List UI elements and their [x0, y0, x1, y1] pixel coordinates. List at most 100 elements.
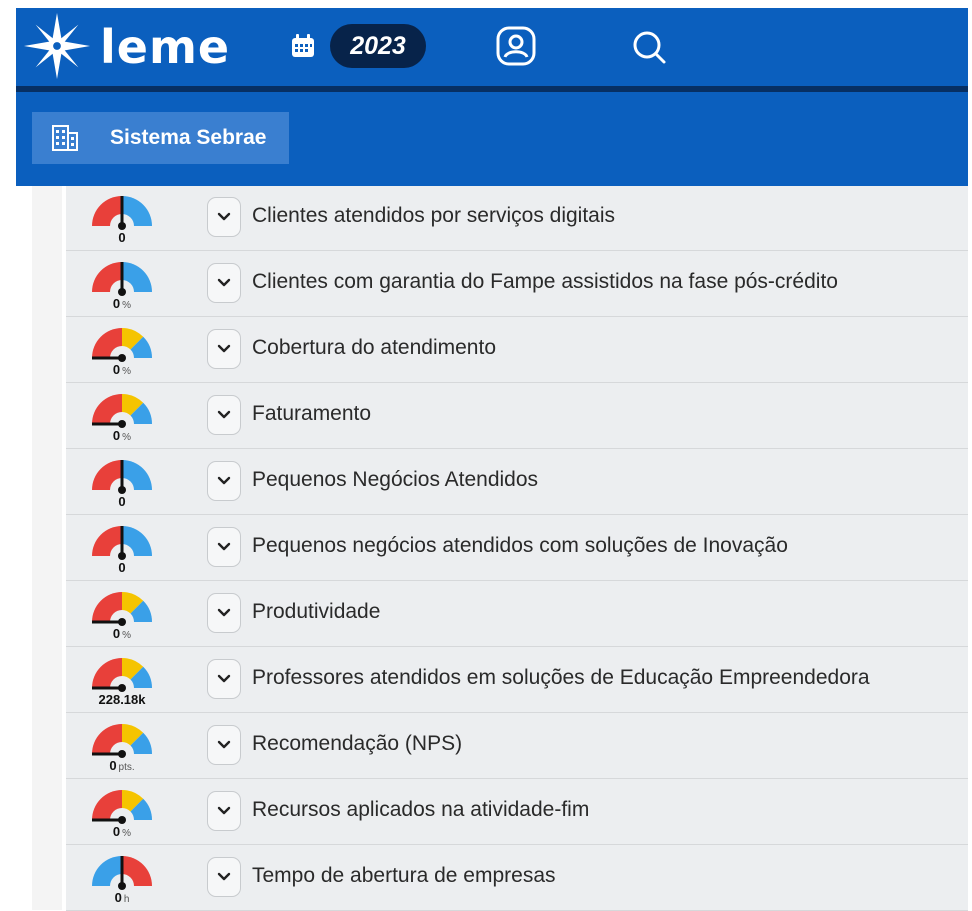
- value-number: 0: [112, 296, 121, 311]
- expand-button[interactable]: [207, 395, 241, 435]
- value-unit: %: [122, 300, 132, 311]
- indicator-label[interactable]: Faturamento: [252, 402, 371, 426]
- gauge-icon: [92, 856, 152, 890]
- expand-button[interactable]: [207, 263, 241, 303]
- value-number: 0: [118, 560, 126, 575]
- value-number: 0: [118, 494, 126, 509]
- indicator-label[interactable]: Tempo de abertura de empresas: [252, 864, 556, 888]
- building-icon: [52, 125, 78, 151]
- indicator-value: 0h: [66, 890, 178, 905]
- chevron-down-icon: [217, 608, 231, 617]
- year-selector[interactable]: 2023: [330, 24, 426, 68]
- indicator-row[interactable]: 0% Recursos aplicados na atividade-fim: [66, 780, 968, 845]
- organization-name: Sistema Sebrae: [110, 126, 267, 149]
- value-number: 0: [112, 824, 121, 839]
- chevron-down-icon: [217, 806, 231, 815]
- expand-button[interactable]: [207, 527, 241, 567]
- indicator-label[interactable]: Pequenos negócios atendidos com soluções…: [252, 534, 788, 558]
- indicator-label[interactable]: Professores atendidos em soluções de Edu…: [252, 666, 870, 690]
- expand-button[interactable]: [207, 725, 241, 765]
- gauge-icon: [92, 592, 152, 626]
- gauge-icon: [92, 262, 152, 296]
- indicator-row[interactable]: 0 Pequenos negócios atendidos com soluçõe…: [66, 516, 968, 581]
- compass-star-icon[interactable]: [22, 10, 92, 82]
- indicator-value: 0: [66, 494, 178, 509]
- chevron-down-icon: [217, 410, 231, 419]
- gauge-hub: [118, 354, 126, 362]
- gauge-hub: [118, 420, 126, 428]
- value-unit: %: [122, 432, 132, 443]
- chevron-down-icon: [217, 542, 231, 551]
- indicator-row[interactable]: 0 Clientes atendidos por serviços digitai…: [66, 186, 968, 251]
- value-unit: %: [122, 630, 132, 641]
- value-number: 0: [112, 362, 121, 377]
- indicator-row[interactable]: 0 h Tempo de abertura de empresas: [66, 846, 968, 911]
- gauge-hub: [118, 486, 126, 494]
- gauge-icon: [92, 394, 152, 428]
- expand-button[interactable]: [207, 857, 241, 897]
- gauge-hub: [118, 750, 126, 758]
- brand-logo[interactable]: leme: [100, 20, 230, 74]
- gauge-hub: [118, 552, 126, 560]
- expand-button[interactable]: [207, 329, 241, 369]
- gauge-hub: [118, 684, 126, 692]
- indicator-row[interactable]: 0% Produtividade: [66, 582, 968, 647]
- gauge-icon: [92, 790, 152, 824]
- indicator-value: 0%: [66, 428, 178, 443]
- value-unit: %: [122, 828, 132, 839]
- gauge-hub: [118, 882, 126, 890]
- expand-button[interactable]: [207, 461, 241, 501]
- gauge-icon: [92, 328, 152, 362]
- value-unit: pts.: [118, 762, 135, 773]
- gauge-hub: [118, 288, 126, 296]
- indicator-row[interactable]: 0% Faturamento: [66, 384, 968, 449]
- indicator-label[interactable]: Clientes com garantia do Fampe assistido…: [252, 270, 838, 294]
- indicator-row[interactable]: 0% Clientes com garantia do Fampe assisti…: [66, 252, 968, 317]
- value-number: 0: [112, 428, 121, 443]
- gauge-hub: [118, 816, 126, 824]
- chevron-down-icon: [217, 872, 231, 881]
- value-number: 228.18k: [98, 692, 146, 707]
- chevron-down-icon: [217, 674, 231, 683]
- value-number: 0: [112, 626, 121, 641]
- value-number: 0: [109, 758, 117, 773]
- indicator-label[interactable]: Recomendação (NPS): [252, 732, 462, 756]
- indicator-value: 0: [66, 230, 178, 245]
- gauge-hub: [118, 618, 126, 626]
- expand-button[interactable]: [207, 197, 241, 237]
- expand-button[interactable]: [207, 593, 241, 633]
- indicator-label[interactable]: Clientes atendidos por serviços digitais: [252, 204, 615, 228]
- indicator-value: 0 pts.: [66, 758, 178, 773]
- chevron-down-icon: [217, 212, 231, 221]
- calendar-icon[interactable]: [290, 33, 316, 59]
- indicator-value: 0%: [66, 362, 178, 377]
- gauge-hub: [118, 222, 126, 230]
- gauge-icon: [92, 526, 152, 560]
- indicator-label[interactable]: Recursos aplicados na atividade-fim: [252, 798, 589, 822]
- value-unit: %: [122, 366, 132, 377]
- user-icon[interactable]: [496, 26, 536, 66]
- indicator-list: 0 Clientes atendidos por serviços digitai…: [66, 186, 968, 911]
- chevron-down-icon: [217, 344, 231, 353]
- organization-selector[interactable]: Sistema Sebrae: [32, 112, 289, 164]
- indicator-value: 0%: [66, 296, 178, 311]
- indicator-label[interactable]: Produtividade: [252, 600, 380, 624]
- indicator-value: 0%: [66, 626, 178, 641]
- expand-button[interactable]: [207, 791, 241, 831]
- gauge-icon: [92, 460, 152, 494]
- indicator-row[interactable]: 0 Pequenos Negócios Atendidos: [66, 450, 968, 515]
- chevron-down-icon: [217, 278, 231, 287]
- indicator-label[interactable]: Pequenos Negócios Atendidos: [252, 468, 538, 492]
- expand-button[interactable]: [207, 659, 241, 699]
- gauge-icon: [92, 196, 152, 230]
- chevron-down-icon: [217, 476, 231, 485]
- indicator-label[interactable]: Cobertura do atendimento: [252, 336, 496, 360]
- indicator-row[interactable]: 228.18k Professores atendidos em soluções…: [66, 648, 968, 713]
- indicator-row[interactable]: 0% Cobertura do atendimento: [66, 318, 968, 383]
- value-unit: h: [123, 894, 130, 905]
- indicator-row[interactable]: 0 pts. Recomendação (NPS): [66, 714, 968, 779]
- search-icon[interactable]: [630, 28, 668, 66]
- value-number: 0: [118, 230, 126, 245]
- side-gutter: [32, 186, 62, 910]
- gauge-icon: [92, 658, 152, 692]
